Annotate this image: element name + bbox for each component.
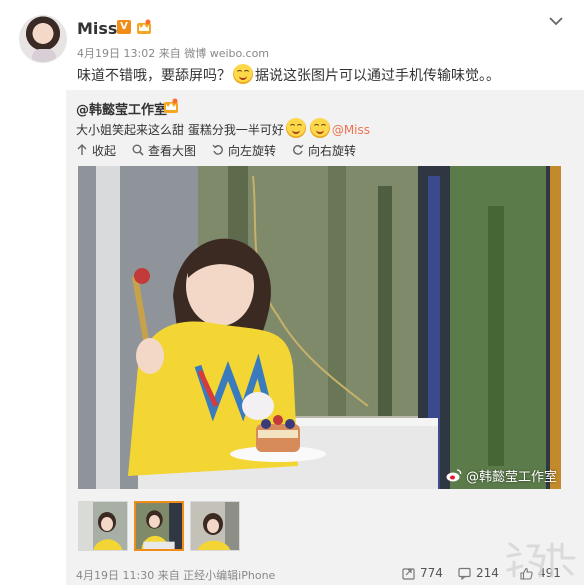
post-time[interactable]: 4月19日 13:02 [77, 47, 155, 60]
rotate-left-icon [212, 144, 223, 155]
mention-link[interactable]: @Miss [332, 123, 370, 137]
rotate-left-button[interactable]: 向左旋转 [212, 142, 276, 158]
post-text: 味道不错哦，要舔屏吗？ 据说这张图片可以通过手机传输味觉。。 [77, 64, 500, 86]
thumbnail-image [191, 502, 239, 550]
verified-icon: V [117, 20, 131, 34]
rotate-right-icon [293, 144, 304, 155]
photo-watermark-text: @韩懿莹工作室 [465, 470, 557, 485]
repost-count: 774 [420, 566, 443, 580]
repost-author[interactable]: @韩懿莹工作室 [76, 99, 167, 118]
smile-emoji-icon [233, 64, 253, 84]
comment-count-button[interactable]: 214 [458, 566, 499, 580]
post-text-part2: 据说这张图片可以通过手机传输味觉。。 [255, 68, 500, 84]
thumbnail-strip [78, 501, 246, 551]
site-watermark-logo [506, 542, 576, 578]
thumbnail-1[interactable] [78, 501, 128, 551]
rotate-right-button[interactable]: 向右旋转 [292, 142, 356, 158]
repost-text: 大小姐笑起来这么甜 蛋糕分我一半可好 @Miss [76, 118, 370, 139]
photo-actions: 收起 查看大图 向左旋转 向右旋转 [76, 142, 372, 158]
view-large-button[interactable]: 查看大图 [132, 142, 196, 158]
repost-icon [402, 567, 415, 580]
photo-watermark: @韩懿莹工作室 [446, 466, 557, 485]
comment-icon [458, 567, 471, 580]
weibo-post-card: Miss V 4月19日 13:02 来自 微博 weibo.com 味道不错哦… [0, 0, 584, 585]
post-source[interactable]: 来自 微博 weibo.com [159, 47, 269, 60]
post-meta: 4月19日 13:02 来自 微博 weibo.com [77, 45, 269, 61]
post-text-part1: 味道不错哦，要舔屏吗？ [77, 68, 231, 84]
thumbnail-image [136, 503, 182, 549]
avatar[interactable] [19, 15, 67, 63]
view-large-label: 查看大图 [148, 143, 197, 158]
weibo-logo-icon [446, 469, 462, 482]
vip-crown-icon[interactable] [136, 19, 152, 35]
collapse-button[interactable]: 收起 [76, 142, 116, 158]
collapse-label: 收起 [92, 143, 117, 158]
arrow-up-icon [77, 144, 87, 155]
thumbnail-2-selected[interactable] [134, 501, 184, 551]
vip-crown-icon[interactable] [163, 98, 179, 114]
smile-emoji-icon [309, 118, 330, 138]
thumbnail-3[interactable] [190, 501, 240, 551]
chevron-down-icon[interactable] [548, 13, 564, 29]
thumbnail-image [79, 502, 127, 550]
rotate-left-label: 向左旋转 [228, 143, 277, 158]
photo-illustration [78, 166, 561, 489]
repost-count-button[interactable]: 774 [402, 566, 443, 580]
rotate-right-label: 向右旋转 [308, 143, 357, 158]
repost-meta[interactable]: 4月19日 11:30 来自 正经小编辑iPhone [76, 567, 275, 583]
zoom-icon [132, 144, 144, 156]
smile-emoji-icon [285, 118, 306, 138]
main-photo[interactable]: @韩懿莹工作室 [78, 166, 561, 489]
username[interactable]: Miss [77, 19, 117, 38]
comment-count: 214 [476, 566, 499, 580]
repost-text-body: 大小姐笑起来这么甜 蛋糕分我一半可好 [76, 123, 284, 137]
